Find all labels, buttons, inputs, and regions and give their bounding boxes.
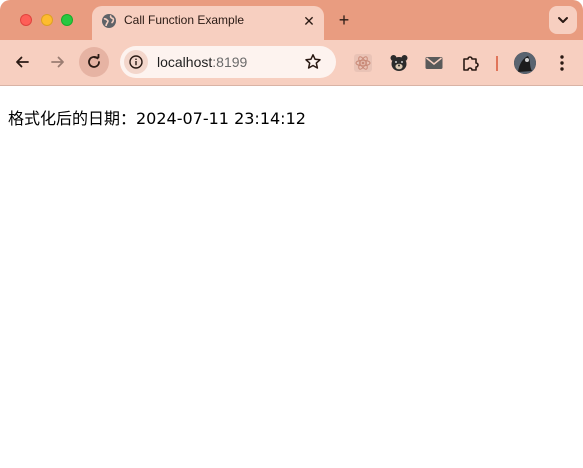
back-button[interactable] [7,47,37,77]
close-tab-icon[interactable]: ✕ [301,13,317,29]
globe-icon [101,13,117,29]
puzzle-icon[interactable] [461,53,481,73]
tab-title: Call Function Example [124,13,245,27]
toolbar: localhost:8199 [0,40,583,86]
arrow-right-icon [51,56,64,68]
tab-search-button[interactable] [549,6,577,34]
arrow-left-icon [16,56,29,68]
mail-icon[interactable] [424,53,444,73]
page-content: 格式化后的日期：2024-07-11 23:14:12 [0,87,583,468]
react-devtools-icon[interactable] [353,53,373,73]
new-tab-button[interactable]: + [334,10,354,30]
reload-icon [88,54,100,68]
star-icon[interactable] [304,53,322,71]
url-port: :8199 [212,54,248,70]
bear-icon[interactable] [389,53,409,73]
url-text[interactable]: localhost:8199 [157,54,247,70]
formatted-date-text: 格式化后的日期：2024-07-11 23:14:12 [8,109,306,128]
close-window-button[interactable] [20,14,32,26]
kebab-menu-icon[interactable] [552,53,572,73]
browser-window: Call Function Example ✕ + localhost:8199… [0,0,583,468]
info-icon [129,55,143,69]
avatar[interactable] [514,52,536,74]
tab-strip: Call Function Example ✕ + [0,0,583,40]
url-host: localhost [157,54,213,70]
site-info-button[interactable] [124,50,148,74]
reload-button[interactable] [79,47,109,77]
chevron-down-icon [558,17,568,23]
address-bar[interactable]: localhost:8199 [120,46,336,78]
minimize-window-button[interactable] [41,14,53,26]
toolbar-divider [496,56,498,71]
forward-button[interactable] [43,47,73,77]
zoom-window-button[interactable] [61,14,73,26]
tab-call-function-example[interactable]: Call Function Example ✕ [92,6,324,40]
